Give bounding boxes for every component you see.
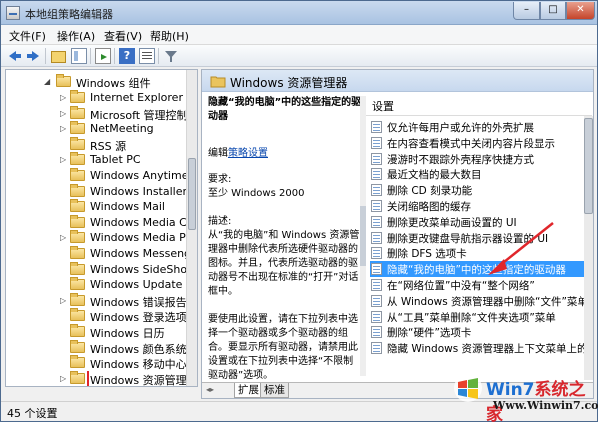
- app-window: 本地组策略编辑器 – □ ✕ 文件(F) 操作(A) 查看(V) 帮助(H) ?…: [0, 0, 598, 422]
- watermark-brand-a: Win7: [486, 380, 535, 400]
- annotation-arrow-icon: [488, 222, 554, 275]
- windows-logo-icon: [454, 374, 482, 402]
- site-watermark: Win7系统之家 Www.Winwin7.com: [453, 371, 598, 422]
- watermark-url: Www.Winwin7.com: [493, 399, 598, 412]
